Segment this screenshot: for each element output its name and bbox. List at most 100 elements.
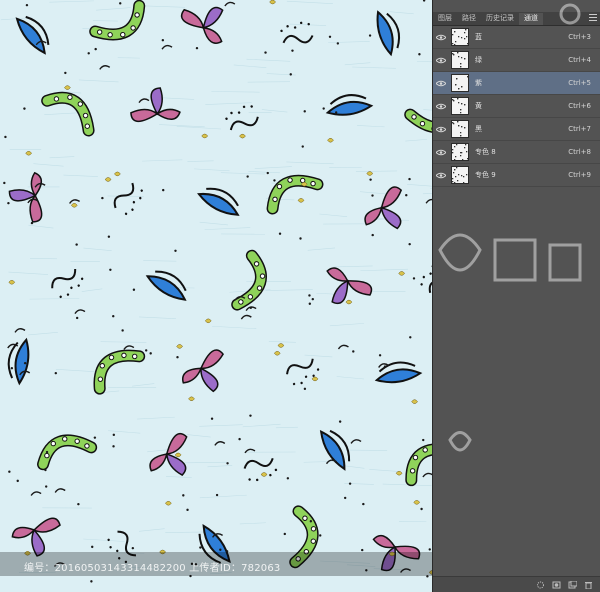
scatter-dot bbox=[75, 243, 78, 246]
scatter-dot bbox=[362, 502, 365, 506]
tab-paths[interactable]: 路径 bbox=[457, 13, 481, 25]
texture-stroke bbox=[138, 528, 165, 532]
channel-shortcut: Ctrl+5 bbox=[568, 79, 591, 87]
tab-layers[interactable]: 图层 bbox=[433, 13, 457, 25]
pattern-motif bbox=[181, 349, 225, 393]
scatter-dot bbox=[8, 470, 11, 473]
texture-stroke bbox=[333, 265, 373, 268]
scatter-stroke bbox=[350, 439, 362, 444]
visibility-eye-icon[interactable] bbox=[433, 72, 449, 95]
scatter-dot bbox=[408, 177, 411, 181]
visibility-eye-icon[interactable] bbox=[433, 26, 449, 49]
yellow-leaf bbox=[64, 85, 71, 90]
caterpillar-dot bbox=[411, 114, 417, 120]
new-channel-icon[interactable] bbox=[568, 580, 577, 589]
petal bbox=[130, 108, 159, 123]
yellow-leaf bbox=[269, 0, 276, 5]
channel-thumbnail bbox=[451, 28, 469, 46]
channel-thumbnail bbox=[451, 120, 469, 138]
scatter-dot bbox=[101, 196, 104, 200]
channel-row[interactable]: 绿 Ctrl+4 bbox=[433, 49, 600, 72]
tab-history[interactable]: 历史记录 bbox=[481, 13, 519, 25]
tiny-dot bbox=[274, 468, 278, 472]
channel-thumbnail bbox=[451, 97, 469, 115]
texture-stroke bbox=[233, 64, 267, 69]
pattern-motif bbox=[149, 432, 188, 476]
caterpillar-dot bbox=[310, 538, 316, 544]
texture-stroke bbox=[199, 494, 247, 499]
visibility-eye-icon[interactable] bbox=[433, 49, 449, 72]
texture-stroke bbox=[261, 109, 288, 113]
eye-shape bbox=[376, 10, 394, 57]
panel-menu-icon[interactable] bbox=[589, 14, 597, 21]
pattern-motif bbox=[364, 186, 403, 230]
texture-stroke bbox=[165, 531, 209, 533]
pattern-motif bbox=[231, 249, 267, 311]
pattern-motif bbox=[113, 182, 143, 216]
pattern-motif bbox=[130, 87, 181, 123]
tiny-dot bbox=[109, 546, 112, 549]
texture-stroke bbox=[205, 102, 252, 105]
scatter-dot bbox=[352, 350, 355, 353]
texture-stroke bbox=[352, 66, 396, 69]
document-canvas[interactable]: 编号：20160503143314482200 上传者ID：782063 bbox=[0, 0, 432, 592]
tiny-dot bbox=[80, 277, 84, 280]
petal bbox=[180, 8, 205, 29]
texture-stroke bbox=[211, 91, 260, 93]
channel-row[interactable]: 黄 Ctrl+6 bbox=[433, 95, 600, 118]
visibility-eye-icon[interactable] bbox=[433, 95, 449, 118]
scatter-dot bbox=[343, 496, 347, 500]
texture-stroke bbox=[132, 383, 155, 387]
visibility-eye-icon[interactable] bbox=[433, 118, 449, 141]
texture-stroke bbox=[207, 465, 233, 468]
scatter-dot bbox=[176, 356, 179, 359]
tiny-dot bbox=[304, 375, 308, 378]
scatter-dot bbox=[45, 450, 49, 454]
channel-row[interactable]: 紫 Ctrl+5 bbox=[433, 72, 600, 95]
caterpillar-dot bbox=[50, 440, 56, 447]
load-selection-icon[interactable] bbox=[536, 581, 545, 589]
scatter-dot bbox=[44, 485, 48, 488]
tiny-dot bbox=[131, 208, 134, 211]
texture-stroke bbox=[83, 538, 125, 542]
texture-stroke bbox=[319, 213, 348, 218]
visibility-eye-icon[interactable] bbox=[433, 141, 449, 164]
texture-stroke bbox=[307, 247, 336, 251]
scatter-stroke bbox=[240, 314, 252, 320]
texture-stroke bbox=[242, 423, 281, 428]
scatter-dot bbox=[131, 546, 135, 550]
save-selection-icon[interactable] bbox=[552, 581, 561, 589]
channel-row[interactable]: 专色 8 Ctrl+8 bbox=[433, 141, 600, 164]
scatter-dot bbox=[112, 315, 115, 318]
scatter-dot bbox=[10, 367, 14, 370]
texture-stroke bbox=[49, 0, 94, 3]
scatter-dot bbox=[289, 73, 292, 76]
texture-stroke bbox=[108, 430, 141, 434]
texture-stroke bbox=[8, 271, 49, 275]
channel-row[interactable]: 黑 Ctrl+7 bbox=[433, 118, 600, 141]
scatter-dot bbox=[371, 194, 374, 197]
tiny-dot bbox=[422, 275, 426, 279]
pattern-motif bbox=[286, 358, 320, 386]
yellow-leaf bbox=[114, 171, 121, 177]
tab-channels[interactable]: 通道 bbox=[519, 13, 543, 25]
scatter-stroke bbox=[161, 44, 173, 50]
eye-shape bbox=[15, 17, 46, 55]
channel-row[interactable]: 蓝 Ctrl+3 bbox=[433, 26, 600, 49]
scatter-dot bbox=[308, 294, 311, 297]
texture-stroke bbox=[360, 268, 408, 272]
trash-icon[interactable] bbox=[584, 581, 593, 589]
scatter-dot bbox=[238, 437, 241, 441]
texture-stroke bbox=[211, 325, 257, 329]
channel-row[interactable]: 专色 9 Ctrl+9 bbox=[433, 164, 600, 187]
tiny-dot bbox=[70, 286, 73, 289]
scatter-dot bbox=[112, 433, 116, 437]
scatter-dot bbox=[119, 2, 122, 5]
scatter-dot bbox=[132, 288, 136, 291]
petal bbox=[364, 206, 383, 226]
scatter-stroke bbox=[422, 472, 432, 478]
visibility-eye-icon[interactable] bbox=[433, 164, 449, 187]
petal bbox=[346, 280, 373, 296]
eye-shape bbox=[197, 192, 240, 216]
scatter-stroke bbox=[224, 1, 236, 7]
